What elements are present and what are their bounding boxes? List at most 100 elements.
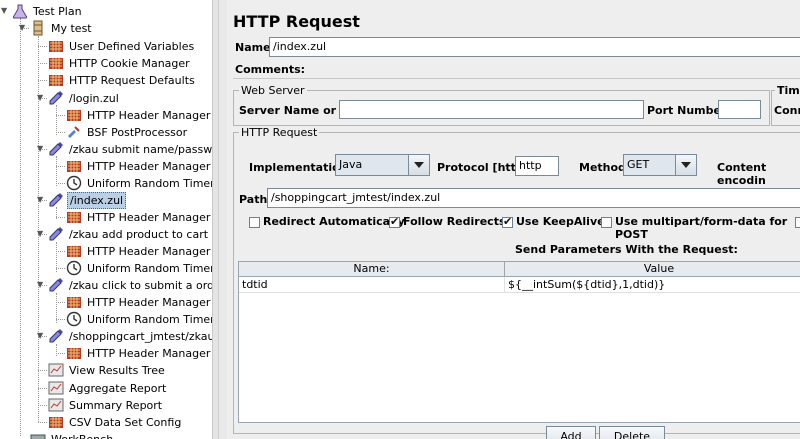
- tree-node-label[interactable]: My test: [49, 20, 94, 37]
- table-header-name[interactable]: Name:: [239, 262, 505, 277]
- chevron-down-icon[interactable]: [675, 155, 696, 175]
- table-cell-value[interactable]: ${__intSum(${dtid},1,dtid)}: [508, 278, 665, 291]
- tree-node-label[interactable]: Test Plan: [31, 3, 84, 20]
- tree-node-label[interactable]: Summary Report: [67, 397, 164, 414]
- tree-node-label[interactable]: /zkau submit name/password: [67, 141, 212, 158]
- name-field[interactable]: /index.zul: [269, 37, 800, 57]
- expand-toggle-icon[interactable]: ▼: [37, 144, 43, 154]
- web-server-legend: Web Server: [239, 84, 307, 97]
- tree-node-label[interactable]: BSF PostProcessor: [85, 124, 189, 141]
- expand-toggle-icon[interactable]: ▼: [37, 229, 43, 239]
- pipette-icon: [48, 277, 64, 293]
- pipette-icon: [48, 328, 64, 344]
- expand-toggle-icon[interactable]: ▼: [19, 23, 25, 33]
- protocol-input[interactable]: http: [515, 156, 559, 176]
- pipette-icon: [48, 141, 64, 157]
- timeouts-legend: Time: [775, 84, 800, 97]
- tree-node-label[interactable]: Aggregate Report: [67, 380, 168, 397]
- extra-option-checkbox[interactable]: [795, 217, 800, 228]
- tree-node-label[interactable]: /index.zul: [67, 192, 127, 209]
- tree-node-label[interactable]: HTTP Header Manager: [85, 294, 212, 311]
- tree-node-label[interactable]: HTTP Header Manager: [85, 107, 212, 124]
- expand-toggle-icon[interactable]: ▼: [1, 6, 7, 16]
- use-keepalive-checkbox[interactable]: [502, 215, 513, 228]
- implementation-value: Java: [339, 158, 363, 171]
- clock-icon: [66, 260, 82, 276]
- tree-node-label[interactable]: HTTP Cookie Manager: [67, 55, 192, 72]
- tree-line: [56, 166, 65, 167]
- path-input[interactable]: /shoppingcart_jmtest/index.zul: [267, 188, 800, 208]
- config-icon: [66, 158, 82, 174]
- processor-icon: [66, 124, 82, 140]
- expand-toggle-icon[interactable]: ▼: [37, 93, 43, 103]
- tree-line: [56, 183, 65, 184]
- follow-redirects-checkbox[interactable]: [389, 215, 400, 228]
- use-multipart-label: Use multipart/form-data for POST: [615, 215, 788, 241]
- tree-node-label[interactable]: /login.zul: [67, 90, 121, 107]
- tree-node-label[interactable]: HTTP Header Manager: [85, 209, 212, 226]
- connect-label: Conn: [774, 104, 800, 117]
- delete-button[interactable]: Delete: [599, 426, 665, 439]
- tree-node-label[interactable]: Uniform Random Timer: [85, 175, 212, 192]
- config-icon: [66, 209, 82, 225]
- implementation-select[interactable]: Java: [335, 154, 430, 176]
- follow-redirects-label: Follow Redirects: [403, 215, 506, 228]
- tree-node-label[interactable]: /shoppingcart_jmtest/zkau: [67, 328, 212, 345]
- tree-node-label[interactable]: HTTP Request Defaults: [67, 72, 197, 89]
- tree-node-label[interactable]: /zkau add product to cart: [67, 226, 210, 243]
- tree-line: [20, 18, 21, 436]
- tree-line: [38, 46, 47, 47]
- tree-node-label[interactable]: Uniform Random Timer: [85, 260, 212, 277]
- config-icon: [66, 294, 82, 310]
- tree-line: [56, 115, 65, 116]
- content-encoding-label: Content encodin: [717, 161, 767, 187]
- tree-line: [56, 156, 57, 186]
- use-multipart-checkbox[interactable]: [601, 217, 612, 228]
- config-icon: [66, 243, 82, 259]
- table-header-value[interactable]: Value: [505, 262, 800, 277]
- tree-line: [38, 63, 47, 64]
- config-icon: [48, 72, 64, 88]
- tree-line: [38, 370, 47, 371]
- expand-toggle-icon[interactable]: ▼: [37, 331, 43, 341]
- redirect-automatically-label: Redirect Automatically: [263, 215, 405, 228]
- tree-node-label[interactable]: HTTP Header Manager: [85, 243, 212, 260]
- tree-line: [38, 405, 47, 406]
- tree-line: [56, 319, 65, 320]
- tree-line: [38, 422, 47, 423]
- tree-line: [56, 353, 65, 354]
- test-plan-tree[interactable]: Test Plan ▼ My test ▼ User Defined Variables…: [0, 0, 212, 439]
- tree-line: [56, 302, 65, 303]
- expand-toggle-icon[interactable]: ▼: [37, 195, 43, 205]
- tree-node-label[interactable]: User Defined Variables: [67, 38, 196, 55]
- column-divider: [504, 277, 505, 292]
- redirect-automatically-checkbox[interactable]: [249, 217, 260, 228]
- flask-icon: [12, 3, 28, 19]
- tree-node-label[interactable]: WorkBench: [49, 431, 115, 439]
- table-row[interactable]: tdtid ${__intSum(${dtid},1,dtid)}: [239, 277, 800, 293]
- tree-node-label[interactable]: Uniform Random Timer: [85, 311, 212, 328]
- workbench-icon: [30, 431, 46, 439]
- tree-node-label[interactable]: HTTP Header Manager: [85, 345, 212, 362]
- panel-title: HTTP Request: [233, 12, 360, 31]
- config-icon: [48, 414, 64, 430]
- expand-toggle-icon[interactable]: ▼: [37, 280, 43, 290]
- server-name-input[interactable]: [339, 100, 644, 119]
- parameters-table[interactable]: Name: Value tdtid ${__intSum(${dtid},1,d…: [238, 261, 800, 423]
- tree-line: [56, 268, 65, 269]
- spool-icon: [30, 20, 46, 36]
- http-request-panel: HTTP Request Name: /index.zul Comments: …: [227, 0, 800, 439]
- tree-node-label[interactable]: CSV Data Set Config: [67, 414, 183, 431]
- tree-line: [56, 132, 65, 133]
- parameters-title: Send Parameters With the Request:: [515, 243, 738, 256]
- chevron-down-icon[interactable]: [408, 155, 429, 175]
- tree-node-label[interactable]: HTTP Header Manager: [85, 158, 212, 175]
- config-icon: [48, 38, 64, 54]
- table-cell-name[interactable]: tdtid: [242, 278, 268, 291]
- tree-node-label[interactable]: /zkau click to submit a order: [67, 277, 212, 294]
- port-number-input[interactable]: [718, 100, 761, 119]
- method-value: GET: [627, 158, 650, 171]
- tree-node-label[interactable]: View Results Tree: [67, 362, 167, 379]
- add-button[interactable]: Add: [546, 426, 596, 439]
- method-select[interactable]: GET: [623, 154, 697, 176]
